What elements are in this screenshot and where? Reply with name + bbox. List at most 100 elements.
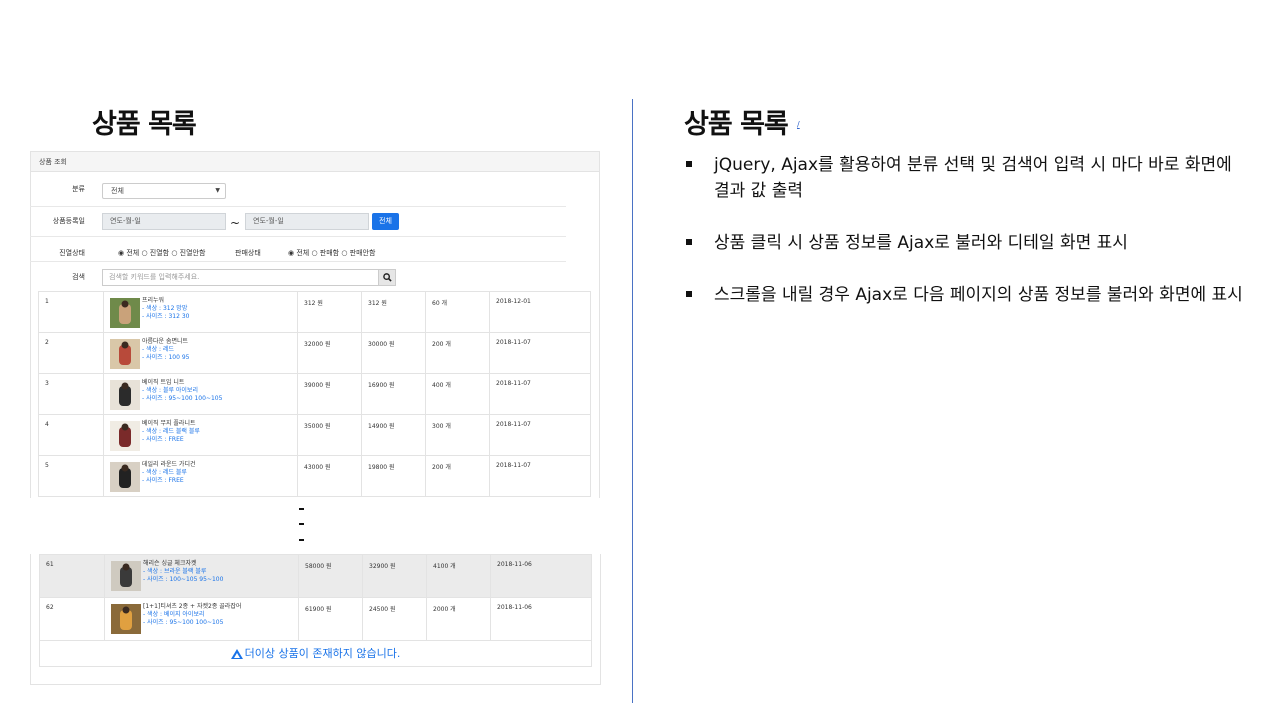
date-from-input[interactable]: 연도-월-일	[102, 213, 226, 230]
product-thumbnail-image	[110, 421, 140, 451]
date-cell: 2018-11-07	[489, 373, 591, 415]
product-cell[interactable]: 데일리 라운드 가디건 - 색상 : 레드 블루 - 사이즈 : FREE	[103, 455, 298, 497]
no-more-products-message: 더이상 상품이 존재하지 않습니다.	[39, 640, 592, 667]
product-no-cell: 1	[38, 291, 104, 333]
product-row[interactable]: 2 아름다운 솜면니트 - 색상 : 레드 - 사이즈 : 100 95 32000 원…	[38, 332, 591, 374]
display-status-radios[interactable]: ◉ 전체 ○ 진열함 ○ 진열안함	[118, 248, 205, 258]
display-status-label: 진열상태	[59, 249, 85, 257]
product-date: 2018-11-07	[496, 339, 531, 346]
bullet-text: jQuery, Ajax를 활용하여 분류 선택 및 검색어 입력 시 마다 바…	[714, 155, 1232, 201]
stock-cell: 200 개	[425, 455, 490, 497]
product-size-option: - 사이즈 : FREE	[142, 477, 184, 484]
product-sale-price: 32900 원	[369, 563, 396, 570]
stock-cell: 200 개	[425, 332, 490, 374]
category-select[interactable]: 전체 ▼	[102, 183, 226, 199]
product-row[interactable]: 3 베이직 트임 니트 - 색상 : 블루 아이보리 - 사이즈 : 95~100 1…	[38, 373, 591, 415]
price-cell: 39000 원	[297, 373, 362, 415]
product-thumbnail-image	[111, 561, 141, 591]
product-cell[interactable]: 해리슨 싱글 체크자켓 - 색상 : 브라운 블랙 블루 - 사이즈 : 100~1…	[104, 554, 299, 598]
product-no: 4	[45, 421, 49, 428]
product-name: 프리누워	[142, 297, 165, 304]
date-cell: 2018-12-01	[489, 291, 591, 333]
product-thumbnail-image	[110, 298, 140, 328]
all-dates-button[interactable]: 전체	[372, 213, 399, 230]
date-cell: 2018-11-06	[490, 554, 592, 598]
search-button[interactable]	[378, 269, 396, 286]
product-row[interactable]: 1 프리누워 - 색상 : 312 망망 - 사이즈 : 312 30 312 원 312…	[38, 291, 591, 333]
product-cell[interactable]: 베이직 무지 플라니트 - 색상 : 레드 블랙 블루 - 사이즈 : FREE	[103, 414, 298, 456]
product-price: 58000 원	[305, 563, 332, 570]
price-cell: 61900 원	[298, 597, 363, 641]
product-row[interactable]: 4 베이직 무지 플라니트 - 색상 : 레드 블랙 블루 - 사이즈 : FREE 3…	[38, 414, 591, 456]
date-to-input[interactable]: 연도-월-일	[245, 213, 369, 230]
product-no: 62	[46, 604, 54, 611]
sale-price-cell: 19800 원	[361, 455, 426, 497]
product-name: 데일리 라운드 가디건	[142, 461, 196, 468]
vertical-divider	[632, 99, 633, 703]
product-no-cell: 3	[38, 373, 104, 415]
product-no: 61	[46, 561, 54, 568]
product-stock: 60 개	[432, 300, 448, 307]
ellipsis-dash	[299, 539, 304, 541]
title-link[interactable]: /	[797, 120, 800, 129]
date-range-tilde: ~	[230, 216, 241, 230]
ellipsis-dash	[299, 523, 304, 525]
product-color-option: - 색상 : 레드 블루	[142, 469, 187, 476]
product-no: 3	[45, 380, 49, 387]
right-slide-title: 상품 목록	[684, 109, 789, 140]
product-cell[interactable]: 프리누워 - 색상 : 312 망망 - 사이즈 : 312 30	[103, 291, 298, 333]
product-row[interactable]: 61 해리슨 싱글 체크자켓 - 색상 : 브라운 블랙 블루 - 사이즈 : 100…	[39, 554, 592, 598]
product-table-bottom: 61 해리슨 싱글 체크자켓 - 색상 : 브라운 블랙 블루 - 사이즈 : 100…	[39, 554, 592, 641]
price-cell: 35000 원	[297, 414, 362, 456]
search-input[interactable]: 검색할 키워드를 입력해주세요.	[102, 269, 380, 286]
product-stock: 4100 개	[433, 563, 456, 570]
feature-bullet-list: jQuery, Ajax를 활용하여 분류 선택 및 검색어 입력 시 마다 바…	[684, 152, 1244, 334]
product-price: 43000 원	[304, 464, 331, 471]
product-cell[interactable]: 아름다운 솜면니트 - 색상 : 레드 - 사이즈 : 100 95	[103, 332, 298, 374]
product-no: 5	[45, 462, 49, 469]
product-color-option: - 색상 : 브라운 블랙 블루	[143, 568, 207, 575]
product-stock: 300 개	[432, 423, 451, 430]
product-no-cell: 4	[38, 414, 104, 456]
product-row[interactable]: 62 [1+1]티셔츠 2종 + 자켓2종 골라잡어 - 색상 : 베이지 아이보리…	[39, 597, 592, 641]
product-no-cell: 61	[39, 554, 105, 598]
product-no: 1	[45, 298, 49, 305]
date-row: 상품등록일 연도-월-일 ~ 연도-월-일 전체	[30, 213, 566, 237]
product-date: 2018-11-06	[497, 604, 532, 611]
product-date: 2018-11-07	[496, 380, 531, 387]
product-row[interactable]: 5 데일리 라운드 가디건 - 색상 : 레드 블루 - 사이즈 : FREE 4300…	[38, 455, 591, 497]
product-size-option: - 사이즈 : 312 30	[142, 313, 190, 320]
product-stock: 200 개	[432, 341, 451, 348]
product-price: 39000 원	[304, 382, 331, 389]
bullet-item: jQuery, Ajax를 활용하여 분류 선택 및 검색어 입력 시 마다 바…	[684, 152, 1244, 204]
product-size-option: - 사이즈 : 95~100 100~105	[143, 619, 224, 626]
ellipsis-dash	[299, 508, 304, 510]
date-cell: 2018-11-06	[490, 597, 592, 641]
bullet-text: 상품 클릭 시 상품 정보를 Ajax로 불러와 디테일 화면 표시	[714, 233, 1128, 253]
date-cell: 2018-11-07	[489, 455, 591, 497]
product-no-cell: 5	[38, 455, 104, 497]
category-selected-value: 전체	[111, 187, 124, 195]
product-cell[interactable]: 베이직 트임 니트 - 색상 : 블루 아이보리 - 사이즈 : 95~100 10…	[103, 373, 298, 415]
search-icon	[383, 273, 392, 282]
bullet-item: 스크롤을 내릴 경우 Ajax로 다음 페이지의 상품 정보를 불러와 화면에 …	[684, 282, 1244, 308]
sales-status-radios[interactable]: ◉ 전체 ○ 판매함 ○ 판매안함	[288, 248, 375, 258]
price-cell: 32000 원	[297, 332, 362, 374]
product-cell[interactable]: [1+1]티셔츠 2종 + 자켓2종 골라잡어 - 색상 : 베이지 아이보리 - …	[104, 597, 299, 641]
product-name: 해리슨 싱글 체크자켓	[143, 560, 197, 567]
product-price: 32000 원	[304, 341, 331, 348]
product-date: 2018-12-01	[496, 298, 531, 305]
square-bullet-icon	[686, 291, 692, 297]
date-label: 상품등록일	[52, 217, 85, 225]
product-name: 베이직 무지 플라니트	[142, 420, 196, 427]
product-no-cell: 2	[38, 332, 104, 374]
search-label: 검색	[72, 273, 85, 281]
product-stock: 400 개	[432, 382, 451, 389]
price-cell: 43000 원	[297, 455, 362, 497]
product-date: 2018-11-07	[496, 462, 531, 469]
warning-triangle-icon	[230, 649, 243, 659]
product-sale-price: 312 원	[368, 300, 387, 307]
sales-status-label: 판매상태	[235, 249, 261, 257]
price-cell: 58000 원	[298, 554, 363, 598]
bullet-text: 스크롤을 내릴 경우 Ajax로 다음 페이지의 상품 정보를 불러와 화면에 …	[714, 285, 1243, 305]
